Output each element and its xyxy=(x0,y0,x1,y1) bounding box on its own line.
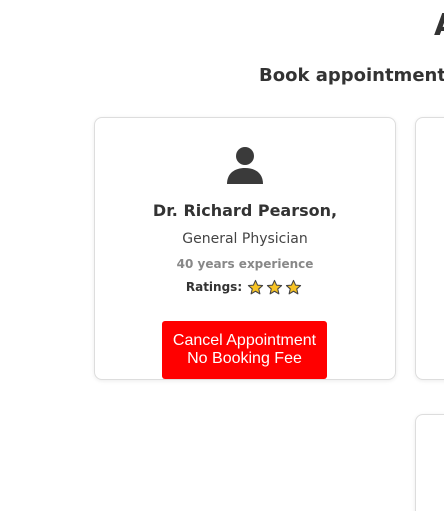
doctor-card: Dr. Richard Pearson, General Physician 4… xyxy=(94,117,396,380)
doctor-experience: 40 years experience xyxy=(176,257,314,271)
doctor-name: Dr. Richard Pearson, xyxy=(152,201,338,220)
page-subtitle: Book appointments w xyxy=(259,65,444,86)
ratings-row: Ratings: xyxy=(95,278,395,296)
star-icon xyxy=(286,279,302,294)
page: A Book appointments w Dr. Richard Pearso… xyxy=(0,0,444,511)
star-icon xyxy=(248,279,264,294)
cancel-button-line2: No Booking Fee xyxy=(187,350,302,367)
cancel-button-line1: Cancel Appointment xyxy=(172,332,317,349)
doctor-card-partial xyxy=(415,117,444,380)
star-icon xyxy=(267,279,283,294)
doctor-card-partial xyxy=(415,414,444,511)
page-heading: A xyxy=(434,6,444,46)
rating-stars xyxy=(247,279,304,296)
doctor-specialty: General Physician xyxy=(182,231,308,247)
user-icon xyxy=(227,147,263,184)
ratings-label: Ratings: xyxy=(185,280,243,294)
cancel-appointment-button[interactable]: Cancel Appointment No Booking Fee xyxy=(162,321,327,379)
